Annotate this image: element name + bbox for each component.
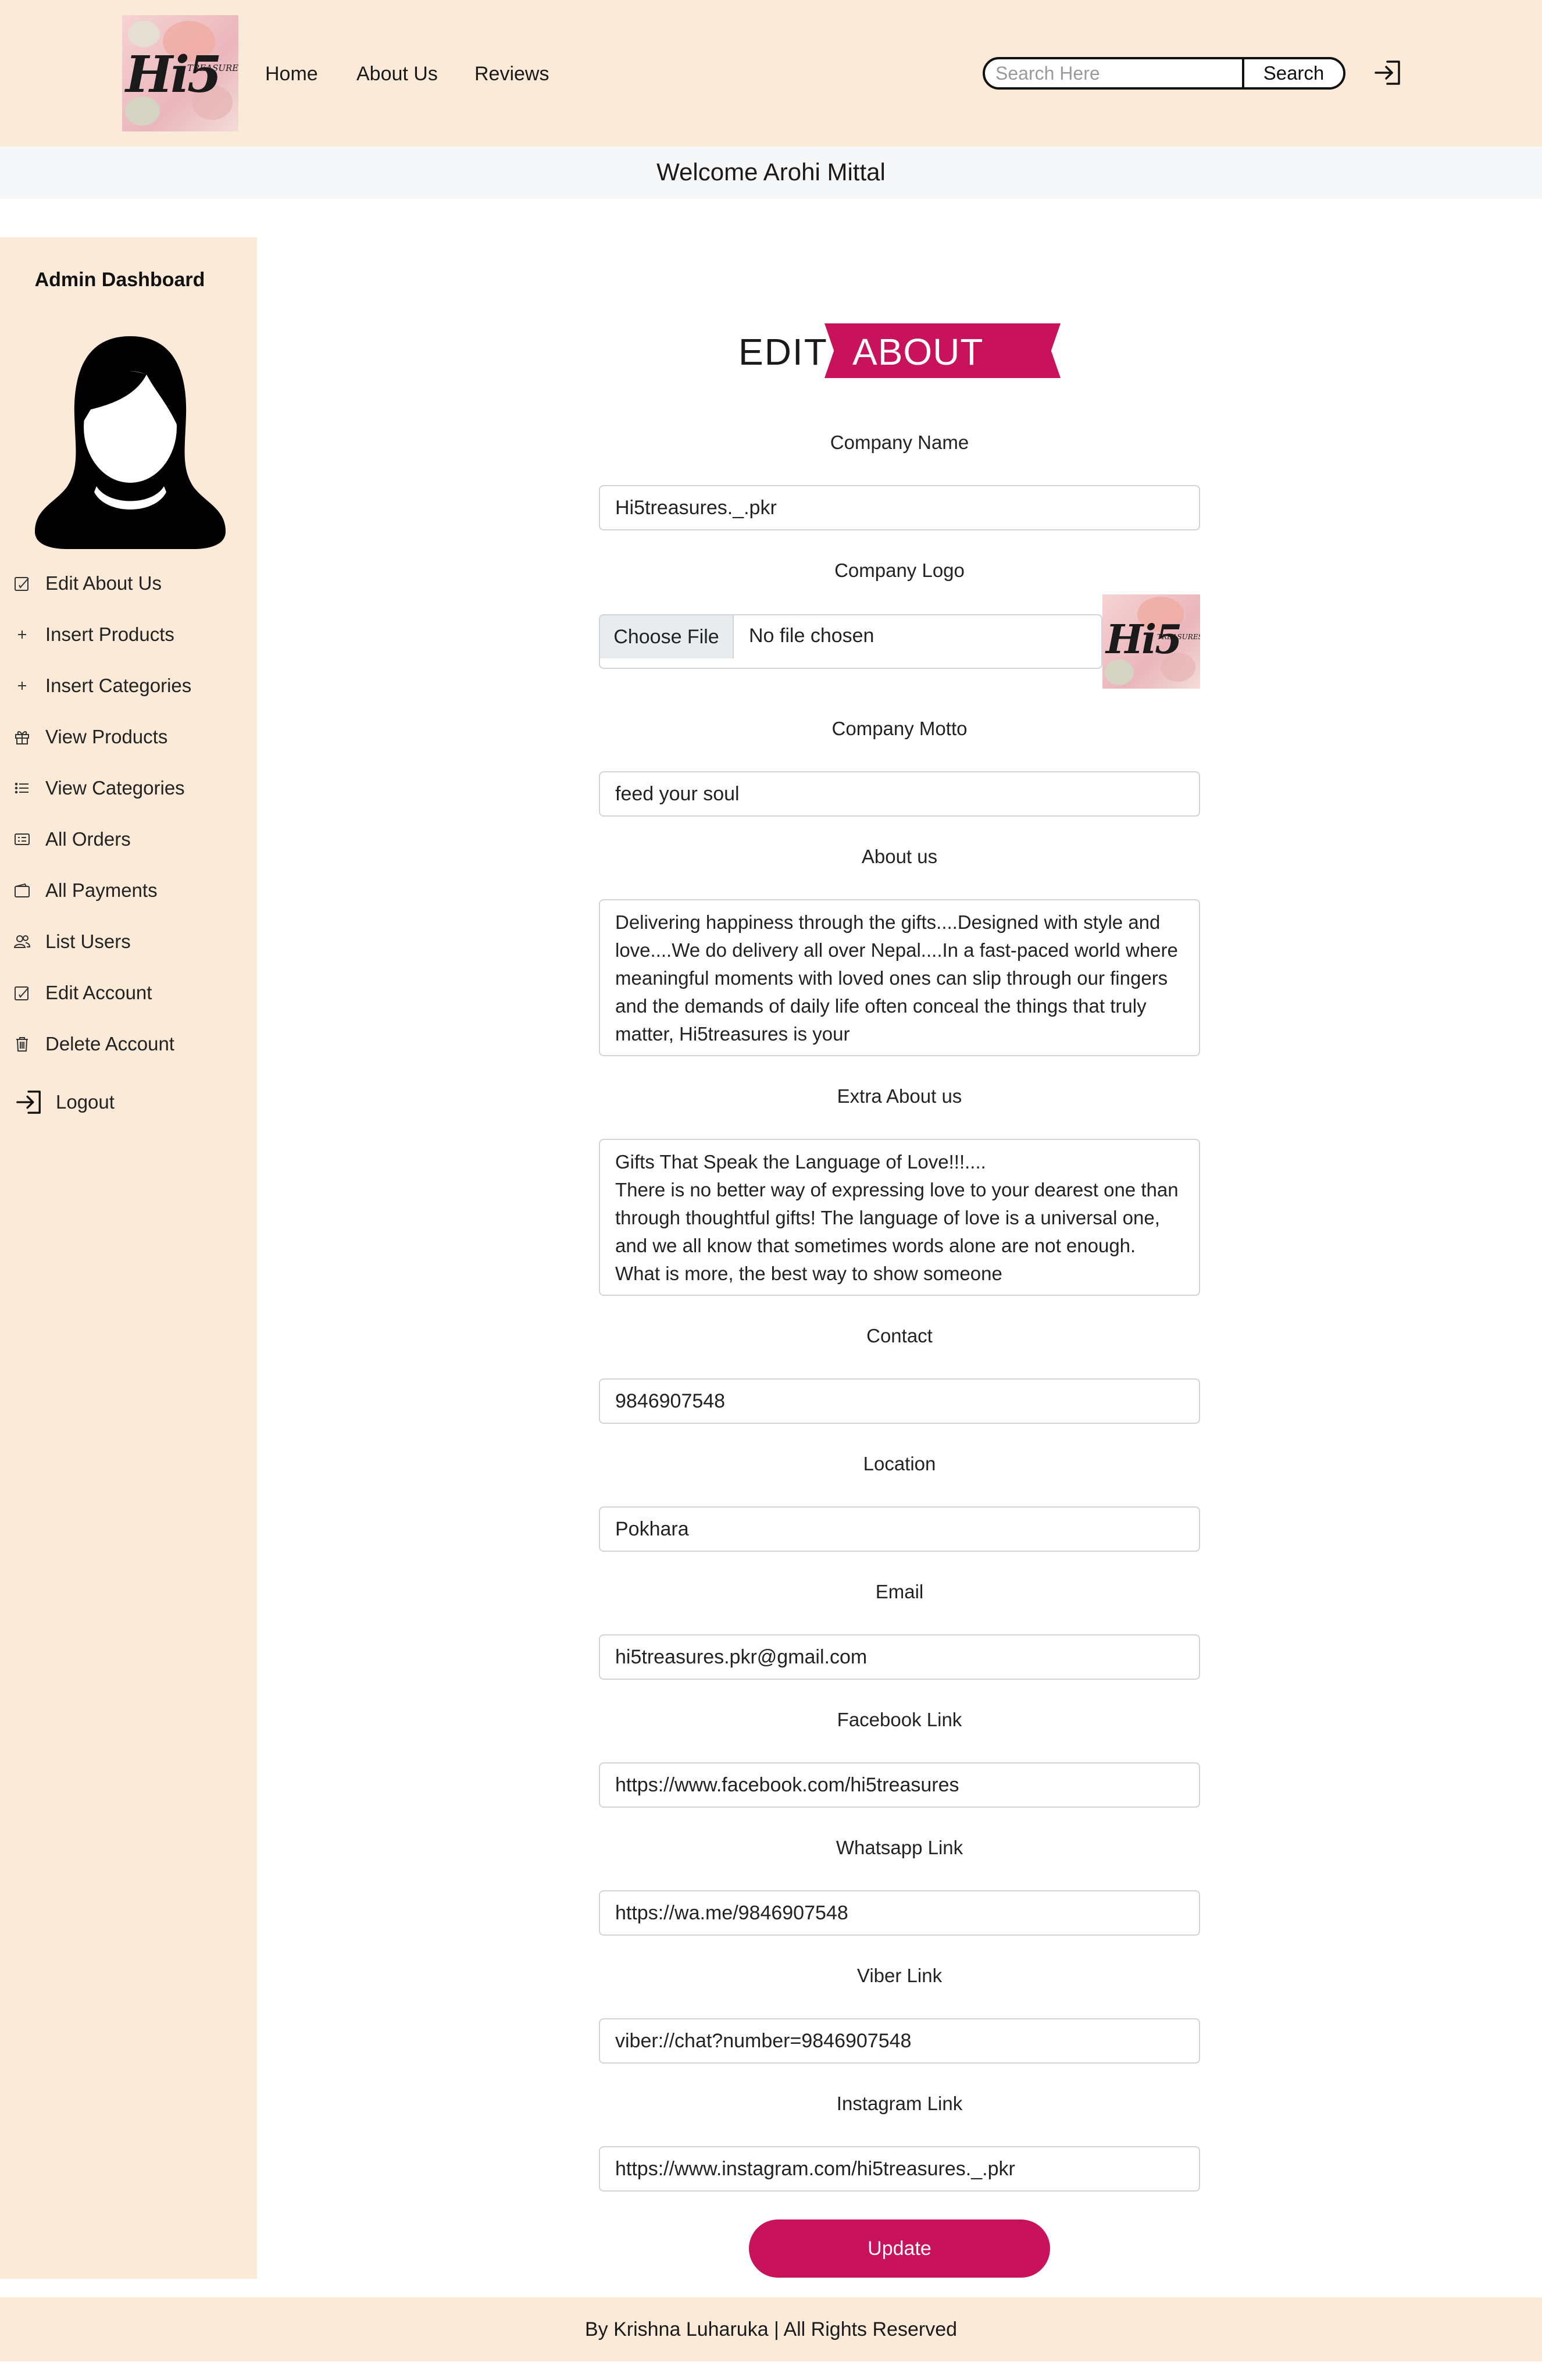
viber-link-field[interactable] <box>599 2018 1200 2064</box>
company-name-label: Company Name <box>830 432 969 453</box>
sidebar-item-edit-about-us[interactable]: Edit About Us <box>13 569 162 598</box>
sidebar-item-logout[interactable]: Logout <box>15 1088 115 1117</box>
sidebar-item-insert-categories[interactable]: Insert Categories <box>13 671 191 700</box>
gift-icon <box>13 728 31 746</box>
search-input[interactable] <box>985 59 1242 87</box>
sidebar-item-delete-account[interactable]: Delete Account <box>13 1029 174 1059</box>
choose-file-button[interactable]: Choose File <box>600 615 734 658</box>
nav-about-us[interactable]: About Us <box>356 63 438 85</box>
nav-reviews[interactable]: Reviews <box>474 63 549 85</box>
sidebar-title: Admin Dashboard <box>34 269 205 291</box>
logo-preview-subtext: TREASURES <box>1157 633 1200 641</box>
search-button[interactable]: Search <box>1242 59 1343 87</box>
contact-field[interactable] <box>599 1378 1200 1424</box>
sidebar-item-label: Edit Account <box>45 982 152 1003</box>
page-title-about-us: ABOUT US <box>852 331 983 416</box>
sidebar-item-view-products[interactable]: View Products <box>13 722 167 751</box>
contact-label: Contact <box>866 1325 933 1346</box>
logout-icon <box>15 1088 43 1116</box>
edit-icon <box>13 574 31 593</box>
sidebar-item-label: View Products <box>45 726 168 747</box>
sidebar-item-label: All Orders <box>45 828 131 850</box>
whatsapp-link-field[interactable] <box>599 1890 1200 1936</box>
sidebar-item-label: Insert Products <box>45 623 174 645</box>
users-icon <box>13 932 31 951</box>
company-logo-preview: Hi5 TREASURES <box>1102 594 1200 689</box>
email-field[interactable] <box>599 1634 1200 1680</box>
footer-text: By Krishna Luharuka | All Rights Reserve… <box>584 2318 958 2340</box>
sidebar-item-label: View Categories <box>45 777 185 799</box>
search-bar: Search <box>983 57 1345 90</box>
brand-logo[interactable]: Hi5 TREASURES <box>122 15 238 131</box>
list-icon <box>13 779 31 797</box>
orders-icon <box>13 830 31 849</box>
sidebar-item-label: Delete Account <box>45 1033 174 1054</box>
company-name-field[interactable] <box>599 485 1200 530</box>
viber-link-label: Viber Link <box>856 1965 943 1986</box>
company-motto-field[interactable] <box>599 771 1200 817</box>
sidebar-item-all-orders[interactable]: All Orders <box>13 825 131 854</box>
edit-icon <box>13 984 31 1002</box>
plus-icon <box>13 676 31 695</box>
about-us-textarea[interactable]: Delivering happiness through the gifts..… <box>599 899 1200 1056</box>
page-title-edit: EDIT <box>738 331 828 373</box>
sidebar-item-all-payments[interactable]: All Payments <box>13 876 158 905</box>
location-field[interactable] <box>599 1506 1200 1552</box>
company-logo-file-input[interactable]: Choose File No file chosen <box>599 614 1102 669</box>
facebook-link-field[interactable] <box>599 1762 1200 1808</box>
sidebar-item-list-users[interactable]: List Users <box>13 927 131 956</box>
trash-icon <box>13 1035 31 1053</box>
instagram-link-field[interactable] <box>599 2146 1200 2192</box>
extra-about-us-label: Extra About us <box>837 1085 962 1107</box>
sidebar-item-label: Logout <box>56 1091 115 1113</box>
logo-subtext: TREASURES <box>187 63 238 73</box>
facebook-link-label: Facebook Link <box>837 1709 962 1730</box>
logo-text: Hi5 <box>126 45 222 104</box>
wallet-icon <box>13 881 31 900</box>
company-motto-label: Company Motto <box>831 718 968 739</box>
sidebar-item-label: Insert Categories <box>45 675 192 696</box>
user-avatar-icon <box>33 334 228 549</box>
email-label: Email <box>875 1581 924 1602</box>
whatsapp-link-label: Whatsapp Link <box>836 1837 963 1858</box>
instagram-link-label: Instagram Link <box>836 2093 963 2114</box>
sidebar-item-label: List Users <box>45 931 131 952</box>
sidebar-item-label: Edit About Us <box>45 572 162 594</box>
location-label: Location <box>863 1453 936 1474</box>
extra-about-us-textarea[interactable]: Gifts That Speak the Language of Love!!!… <box>599 1139 1200 1296</box>
sidebar-item-edit-account[interactable]: Edit Account <box>13 978 152 1007</box>
update-button[interactable]: Update <box>749 2219 1050 2278</box>
login-icon[interactable] <box>1373 59 1402 86</box>
sidebar-item-label: All Payments <box>45 879 158 901</box>
file-status: No file chosen <box>749 625 874 647</box>
plus-icon <box>13 625 31 644</box>
company-logo-label: Company Logo <box>834 560 965 581</box>
nav-home[interactable]: Home <box>265 63 318 85</box>
welcome-message: Welcome Arohi Mittal <box>656 158 886 186</box>
sidebar-item-insert-products[interactable]: Insert Products <box>13 620 174 649</box>
sidebar-item-view-categories[interactable]: View Categories <box>13 774 185 803</box>
about-us-label: About us <box>861 846 938 867</box>
